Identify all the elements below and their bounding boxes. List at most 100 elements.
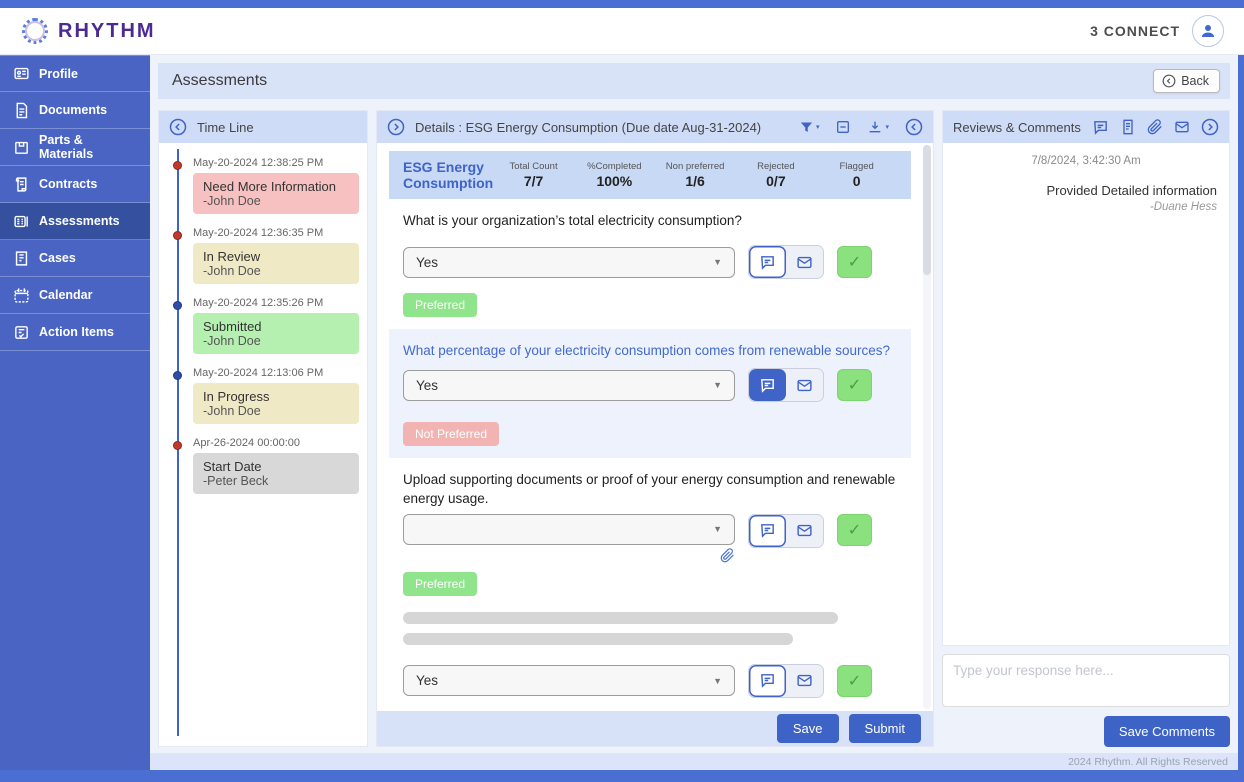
collapse-all-button[interactable] [835,119,851,135]
timeline-header: Time Line [159,111,367,143]
comment-icon[interactable] [1092,119,1109,136]
person-icon [1199,22,1217,40]
approve-button[interactable]: ✓ [837,665,872,697]
sidebar-item-calendar[interactable]: Calendar [0,277,150,314]
sidebar-item-action-items[interactable]: Action Items [0,314,150,351]
timeline-dot [173,161,182,170]
save-button[interactable]: Save [777,714,839,743]
sidebar-item-cases[interactable]: Cases [0,240,150,277]
expand-right-icon[interactable] [387,118,405,136]
brand: RHYTHM [22,18,156,44]
sidebar-item-label: Profile [39,67,78,81]
header-right: 3 CONNECT [1090,15,1224,47]
mail-button[interactable] [786,246,823,278]
timeline-title: Time Line [197,120,254,135]
details-panel: Details : ESG Energy Consumption (Due da… [376,110,934,747]
answer-select[interactable]: ▼ [403,514,735,545]
minus-square-icon [835,119,851,135]
mail-button[interactable] [786,369,823,401]
answer-select[interactable]: Yes ▼ [403,370,735,401]
stat-completed: %Completed 100% [574,161,655,189]
user-avatar[interactable] [1192,15,1224,47]
comment-icon [759,672,776,689]
reviews-title: Reviews & Comments [953,120,1081,135]
timeline-date: May-20-2024 12:38:25 PM [193,157,359,169]
paperclip-icon[interactable] [1147,119,1163,135]
paperclip-icon [720,548,735,563]
sidebar-item-documents[interactable]: Documents [0,92,150,129]
timeline-item: May-20-2024 12:36:35 PM In Review -John … [193,227,359,284]
mail-button[interactable] [786,515,823,547]
back-button[interactable]: Back [1153,69,1220,93]
sidebar-item-assessments[interactable]: Assessments [0,203,150,240]
sidebar-item-label: Calendar [39,288,93,302]
action-icon-group [748,245,824,279]
timeline-status: In Progress [203,389,349,404]
expand-right-icon[interactable] [1201,118,1219,136]
reviews-panel: Reviews & Comments 7/8/2024, 3:42:30 Am [942,110,1230,646]
timeline-status: Need More Information [203,179,349,194]
response-input[interactable] [942,654,1230,707]
question-block-4: Yes ▼ ✓ Preferred [389,660,911,711]
timeline-panel: Time Line May-20-2024 12:38:25 PM Need M… [158,110,368,747]
details-toolbar: ▾ ▾ [799,118,923,136]
timeline-item: May-20-2024 12:35:26 PM Submitted -John … [193,297,359,354]
submit-button[interactable]: Submit [849,714,921,743]
timeline-date: May-20-2024 12:36:35 PM [193,227,359,239]
envelope-icon[interactable] [1174,119,1190,135]
back-label: Back [1181,74,1209,88]
sidebar-item-parts-materials[interactable]: Parts & Materials [0,129,150,166]
approve-button[interactable]: ✓ [837,514,872,546]
brand-name: RHYTHM [58,20,156,43]
timeline-card: Submitted -John Doe [193,313,359,354]
reviews-toolbar [1092,118,1219,136]
comment-button[interactable] [749,246,786,278]
answer-select[interactable]: Yes ▼ [403,247,735,278]
box-icon [12,138,30,156]
comment-button-active[interactable] [749,369,786,401]
assessment-stats-bar: ESG Energy Consumption Total Count 7/7 %… [389,151,911,199]
timeline-author: -John Doe [203,404,349,418]
preferred-badge: Preferred [403,572,477,596]
question-block-1: What is your organization’s total electr… [389,199,911,329]
skeleton-bar [403,633,793,645]
stat-rejected: Rejected 0/7 [736,161,817,189]
sidebar-item-contracts[interactable]: Contracts [0,166,150,203]
details-scrollbar[interactable] [923,145,931,709]
download-button[interactable]: ▾ [867,119,889,135]
comment-button[interactable] [749,665,786,697]
action-icon-group [748,368,824,402]
sidebar-item-label: Parts & Materials [39,133,140,161]
stat-non-preferred: Non preferred 1/6 [655,161,736,189]
timeline-card: Start Date -Peter Beck [193,453,359,494]
notes-icon[interactable] [1120,119,1136,135]
copyright-bar: 2024 Rhythm. All Rights Reserved [150,753,1238,770]
details-body: ESG Energy Consumption Total Count 7/7 %… [377,143,933,711]
assessment-icon [12,212,30,230]
approve-button[interactable]: ✓ [837,369,872,401]
save-comments-button[interactable]: Save Comments [1104,716,1230,747]
sidebar-item-profile[interactable]: Profile [0,55,150,92]
timeline-dot [173,301,182,310]
timeline-body: May-20-2024 12:38:25 PM Need More Inform… [159,143,367,746]
comment-button[interactable] [749,515,786,547]
filter-button[interactable]: ▾ [799,120,820,135]
timeline-author: -John Doe [203,194,349,208]
approve-button[interactable]: ✓ [837,246,872,278]
dropdown-caret-icon: ▼ [713,257,722,267]
mail-button[interactable] [786,665,823,697]
check-square-icon [12,323,30,341]
collapse-left-icon[interactable] [169,118,187,136]
collapse-left-icon[interactable] [905,118,923,136]
comment-icon [759,254,776,271]
envelope-icon [796,377,813,394]
case-file-icon [12,249,30,267]
assessment-name-link[interactable]: ESG Energy Consumption [403,159,493,191]
sidebar-item-label: Documents [39,103,107,117]
sidebar-item-label: Assessments [39,214,120,228]
dropdown-caret-icon: ▼ [713,524,722,534]
attach-file-button[interactable] [720,548,735,568]
comment-author: -Duane Hess [955,201,1217,213]
document-icon [12,101,30,119]
answer-select[interactable]: Yes ▼ [403,665,735,696]
